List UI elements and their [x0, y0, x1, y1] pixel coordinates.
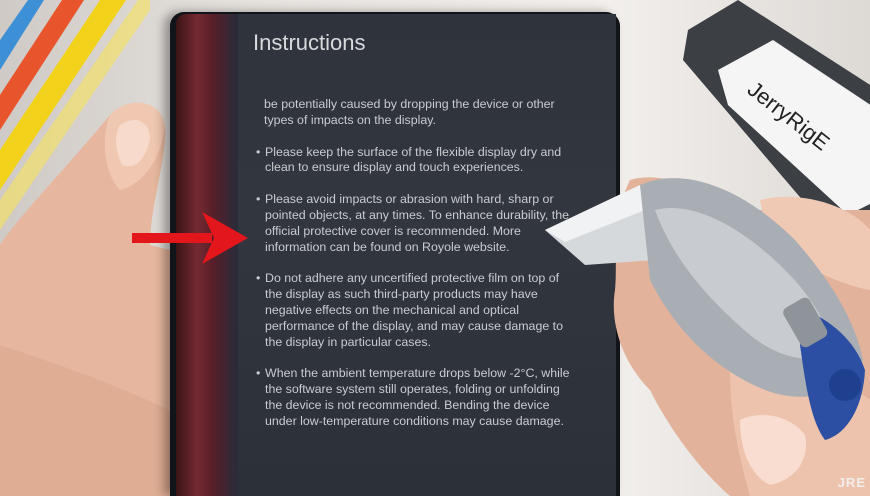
paragraph-text: Please avoid impacts or abrasion with ha…	[265, 192, 569, 254]
instruction-paragraph: • Please avoid impacts or abrasion with …	[256, 192, 574, 255]
paragraph-text: Do not adhere any uncertified protective…	[265, 271, 564, 349]
bullet: •	[256, 192, 261, 207]
instruction-paragraph: • When the ambient temperature drops bel…	[256, 366, 574, 429]
paragraph-text: When the ambient temperature drops below…	[265, 366, 570, 428]
utility-knife	[545, 178, 865, 440]
bullet: •	[256, 271, 261, 286]
red-arrow-icon	[132, 212, 248, 264]
instruction-paragraph: • Do not adhere any uncertified protecti…	[256, 271, 574, 350]
bullet: •	[256, 144, 261, 159]
channel-watermark: JRE	[837, 475, 866, 490]
paragraph-text: be potentially caused by dropping the de…	[264, 97, 555, 127]
instructions-text: be potentially caused by dropping the de…	[256, 97, 574, 446]
instruction-paragraph: be potentially caused by dropping the de…	[256, 97, 574, 129]
paragraph-text: Please keep the surface of the flexible …	[265, 144, 562, 175]
photo-scene: JerryRigE Instructions be potentially ca…	[0, 0, 870, 496]
instruction-paragraph: • Please keep the surface of the flexibl…	[256, 145, 574, 177]
bullet: •	[256, 366, 261, 381]
page-title: Instructions	[253, 30, 366, 55]
